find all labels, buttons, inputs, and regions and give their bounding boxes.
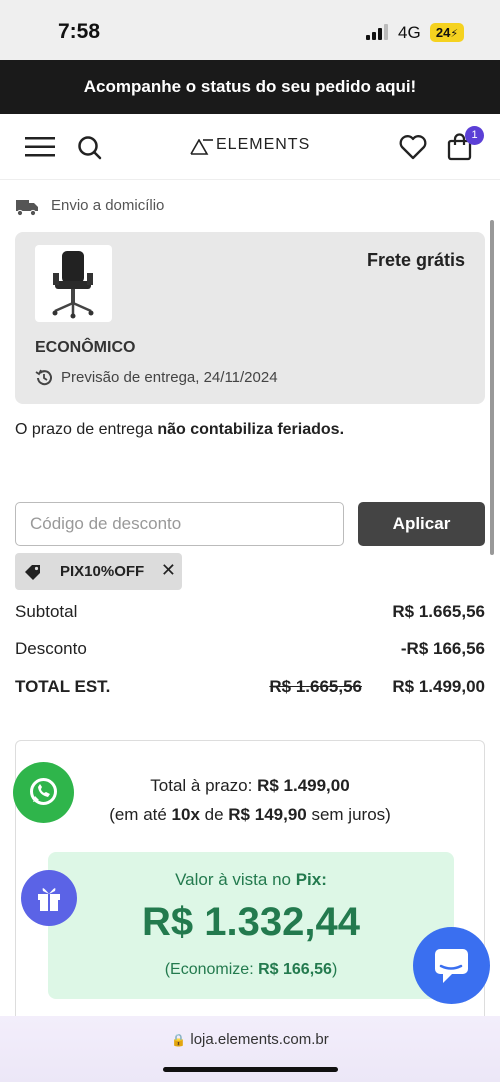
cart-count-badge: 1 xyxy=(465,126,484,145)
shipping-type-label: Envio a domicílio xyxy=(51,197,165,214)
shipping-method: ECONÔMICO xyxy=(35,339,136,356)
whatsapp-icon xyxy=(30,778,57,805)
tag-icon xyxy=(25,565,40,580)
installment-detail: (em até 10x de R$ 149,90 sem juros) xyxy=(109,805,391,824)
order-status-banner[interactable]: Acompanhe o status do seu pedido aqui! xyxy=(0,60,500,114)
applied-coupon-tag: PIX10%OFF ✕ xyxy=(15,553,182,590)
product-thumbnail xyxy=(35,245,112,322)
shipping-option-card[interactable]: Frete grátis ECONÔMICO Previsão de entre… xyxy=(15,232,485,404)
gaming-chair-image xyxy=(52,251,94,319)
delivery-estimate: Previsão de entrega, 24/11/2024 xyxy=(61,369,278,386)
total-value: R$ 1.499,00 xyxy=(392,677,485,696)
pix-price-box: Valor à vista no Pix: R$ 1.332,44 (Econo… xyxy=(48,852,454,999)
holiday-notice: O prazo de entrega não contabiliza feria… xyxy=(15,421,345,438)
truck-icon xyxy=(16,200,38,217)
chat-button[interactable] xyxy=(413,927,490,1004)
total-label: TOTAL EST. xyxy=(15,677,111,696)
browser-url-bar[interactable]: 🔒 loja.elements.com.br xyxy=(0,1016,500,1082)
heart-icon[interactable] xyxy=(399,134,427,160)
signal-icon xyxy=(366,24,392,40)
apply-coupon-button[interactable]: Aplicar xyxy=(358,502,485,546)
network-type: 4G xyxy=(398,23,421,42)
battery-level: 24 xyxy=(435,25,451,40)
discount-value: -R$ 166,56 xyxy=(400,639,485,658)
lock-icon: 🔒 xyxy=(171,1033,187,1047)
installment-total: Total à prazo: R$ 1.499,00 xyxy=(150,776,350,795)
chat-icon xyxy=(435,949,468,983)
remove-coupon-icon[interactable]: ✕ xyxy=(161,560,176,581)
status-bar: 7:58 4G 24⚡ xyxy=(0,0,500,60)
discount-code-input[interactable] xyxy=(15,502,344,546)
scrollbar[interactable] xyxy=(490,220,494,555)
site-header: ELEMENTS xyxy=(0,114,500,180)
brand-logo[interactable]: ELEMENTS xyxy=(216,136,310,154)
status-time: 7:58 xyxy=(58,20,101,43)
whatsapp-button[interactable] xyxy=(13,762,74,823)
search-icon[interactable] xyxy=(77,135,102,160)
menu-icon[interactable] xyxy=(25,137,55,157)
pix-savings: (Economize: R$ 166,56) xyxy=(164,961,338,978)
subtotal-value: R$ 1.665,56 xyxy=(392,602,485,621)
total-original-price: R$ 1.665,56 xyxy=(269,677,362,696)
applied-coupon-code: PIX10%OFF xyxy=(60,563,145,580)
discount-label: Desconto xyxy=(15,639,87,658)
battery-icon: 24⚡ xyxy=(430,23,464,42)
gift-icon xyxy=(38,888,60,911)
url-text: loja.elements.com.br xyxy=(190,1031,329,1048)
pix-label: Valor à vista no Pix: xyxy=(175,870,327,889)
subtotal-label: Subtotal xyxy=(15,602,78,621)
pix-price: R$ 1.332,44 xyxy=(142,900,360,944)
home-indicator[interactable] xyxy=(163,1067,338,1072)
logo-mark-icon xyxy=(190,139,213,155)
gift-button[interactable] xyxy=(21,870,77,926)
free-shipping-label: Frete grátis xyxy=(366,250,465,270)
history-icon xyxy=(35,369,52,386)
